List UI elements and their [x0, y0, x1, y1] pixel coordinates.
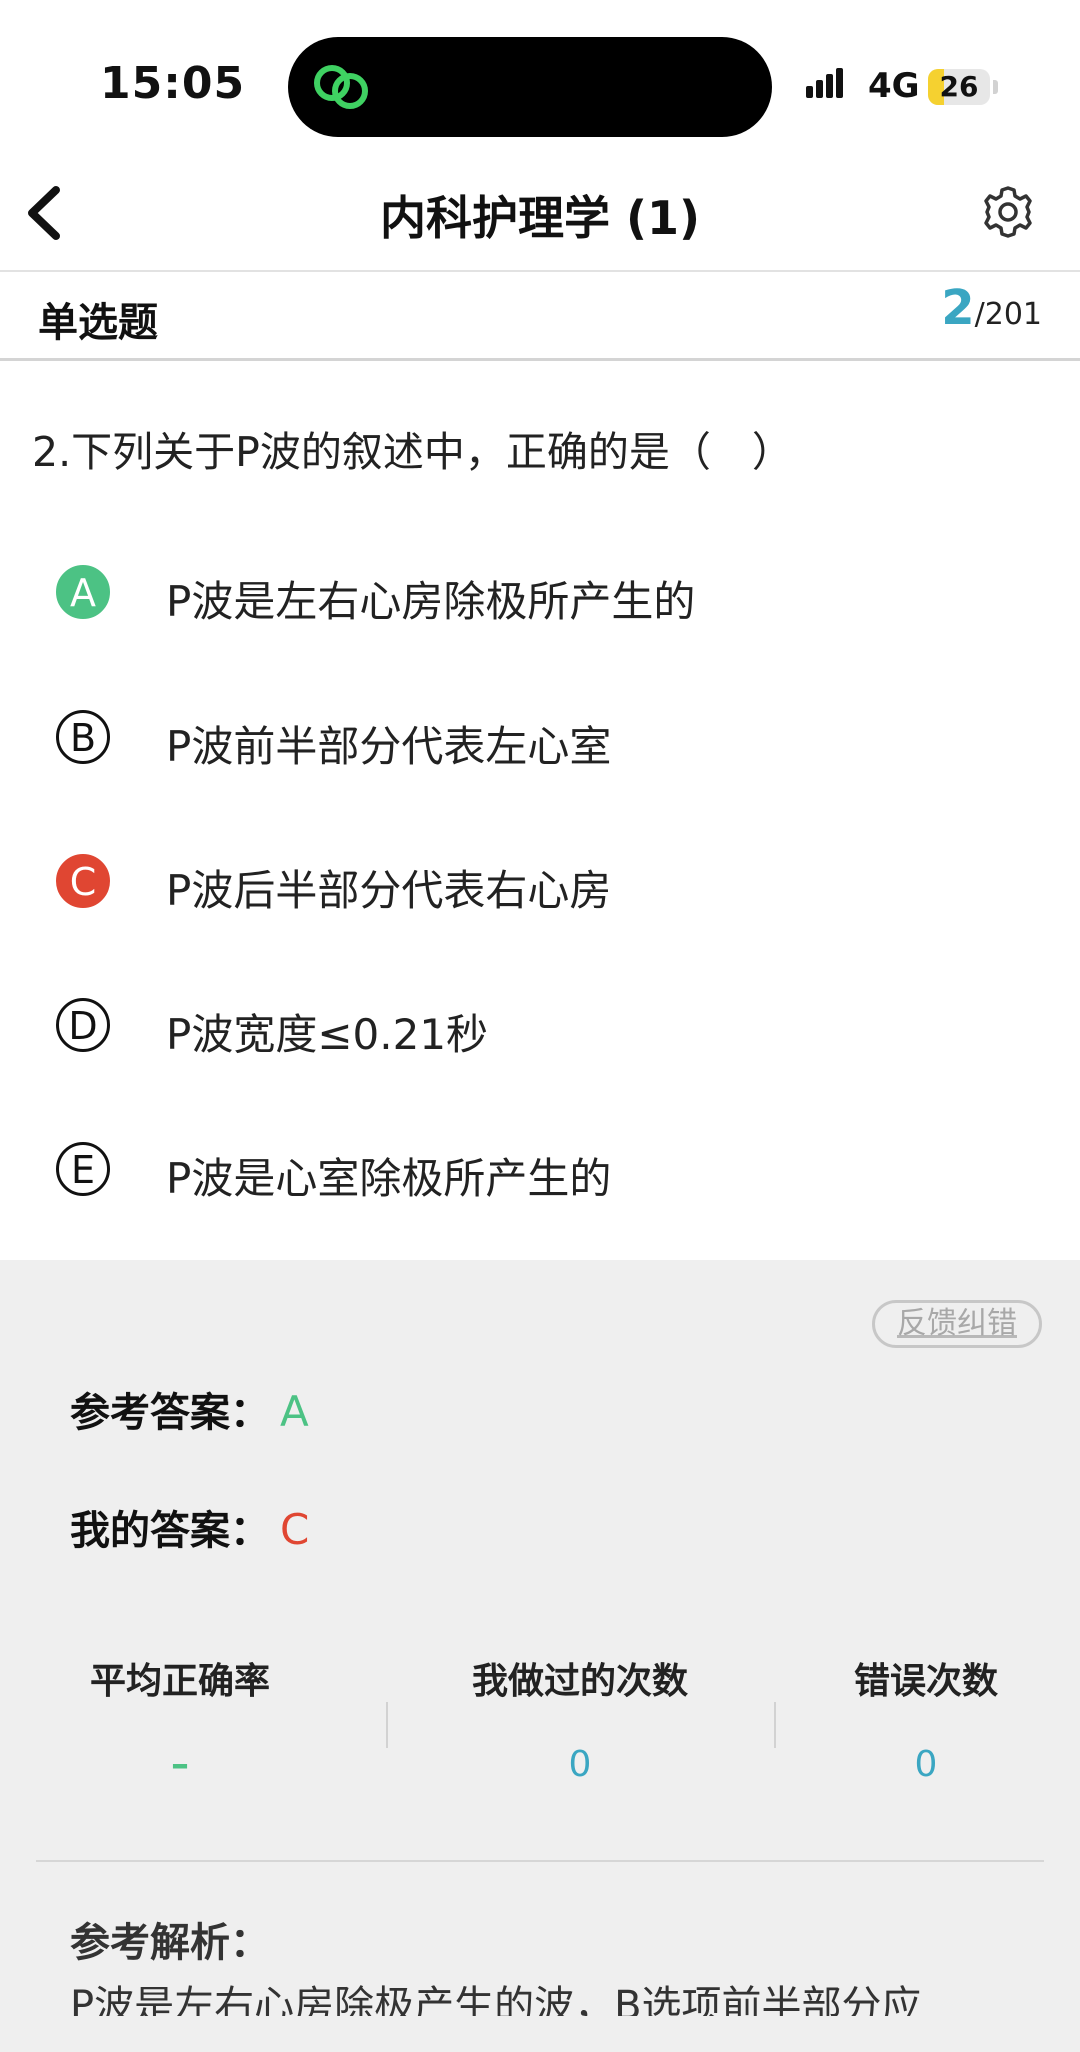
nav-bar: 内科护理学 (1) [0, 160, 1080, 272]
dynamic-island [288, 37, 772, 137]
stats-row: 平均正确率 – 我做过的次数 0 错误次数 0 [0, 1652, 1080, 1792]
question-type-label: 单选题 [38, 300, 158, 346]
current-question-number: 2 [941, 280, 975, 336]
stat-label: 错误次数 [853, 1661, 998, 1702]
my-answer-row: 我的答案： C [70, 1498, 309, 1556]
option-d[interactable]: D P波宽度≤0.21秒 [0, 973, 1080, 1083]
stat-average-accuracy: 平均正确率 – [0, 1652, 360, 1785]
question-counter: 2/201 [941, 280, 1042, 336]
analysis-text: P波是左右心房除极产生的波，B选项前半部分应 [70, 1983, 922, 2016]
signal-icon [806, 68, 846, 98]
stat-label: 平均正确率 [89, 1661, 270, 1702]
option-text: P波前半部分代表左心室 [166, 722, 612, 771]
my-answer-label: 我的答案： [70, 1508, 270, 1554]
option-text: P波宽度≤0.21秒 [166, 1010, 489, 1059]
analysis-title: 参考解析： [70, 1920, 270, 1966]
option-b[interactable]: B P波前半部分代表左心室 [0, 685, 1080, 795]
option-c[interactable]: C P波后半部分代表右心房 [0, 829, 1080, 939]
battery-level: 26 [939, 70, 979, 103]
option-letter-badge: D [56, 998, 110, 1052]
gear-icon[interactable] [980, 184, 1036, 240]
link-rings-icon [314, 65, 368, 109]
option-a[interactable]: A P波是左右心房除极所产生的 [0, 540, 1080, 650]
stat-attempt-count: 我做过的次数 0 [400, 1652, 760, 1785]
option-text: P波是左右心房除极所产生的 [166, 577, 696, 626]
option-letter-badge: B [56, 710, 110, 764]
battery-icon: 26 [928, 69, 990, 105]
option-letter-badge: E [56, 1142, 110, 1196]
reference-answer-row: 参考答案： A [70, 1380, 309, 1438]
stat-divider [386, 1702, 388, 1748]
answer-panel: 反馈纠错 参考答案： A 我的答案： C 平均正确率 – 我做过的次数 0 错误次数… [0, 1260, 1080, 2052]
status-time: 15:05 [100, 58, 246, 109]
feedback-button[interactable]: 反馈纠错 [872, 1300, 1042, 1348]
my-answer-value: C [280, 1505, 310, 1554]
stat-value: – [171, 1744, 189, 1785]
page-title: 内科护理学 (1) [379, 191, 701, 245]
divider [36, 1860, 1044, 1862]
question-type-bar: 单选题 2/201 [0, 272, 1080, 361]
option-text: P波后半部分代表右心房 [166, 866, 612, 915]
network-type: 4G [868, 66, 920, 106]
stat-value: 0 [568, 1744, 592, 1785]
total-questions: /201 [974, 297, 1042, 332]
reference-answer-label: 参考答案： [70, 1390, 270, 1436]
battery-nub [993, 80, 998, 94]
option-e[interactable]: E P波是心室除极所产生的 [0, 1117, 1080, 1227]
analysis-body: P波是左右心房除极产生的波，B选项前半部分应 [0, 1982, 1080, 2016]
stat-label: 我做过的次数 [471, 1661, 688, 1702]
option-letter-badge: C [56, 854, 110, 908]
status-bar: 15:05 4G 26 [0, 0, 1080, 160]
reference-answer-value: A [280, 1387, 309, 1436]
question-text: 2.下列关于P波的叙述中，正确的是（ ） [32, 428, 793, 476]
stat-error-count: 错误次数 0 [746, 1652, 1080, 1785]
option-letter-badge: A [56, 565, 110, 619]
stat-value: 0 [914, 1744, 938, 1785]
option-text: P波是心室除极所产生的 [166, 1154, 612, 1203]
